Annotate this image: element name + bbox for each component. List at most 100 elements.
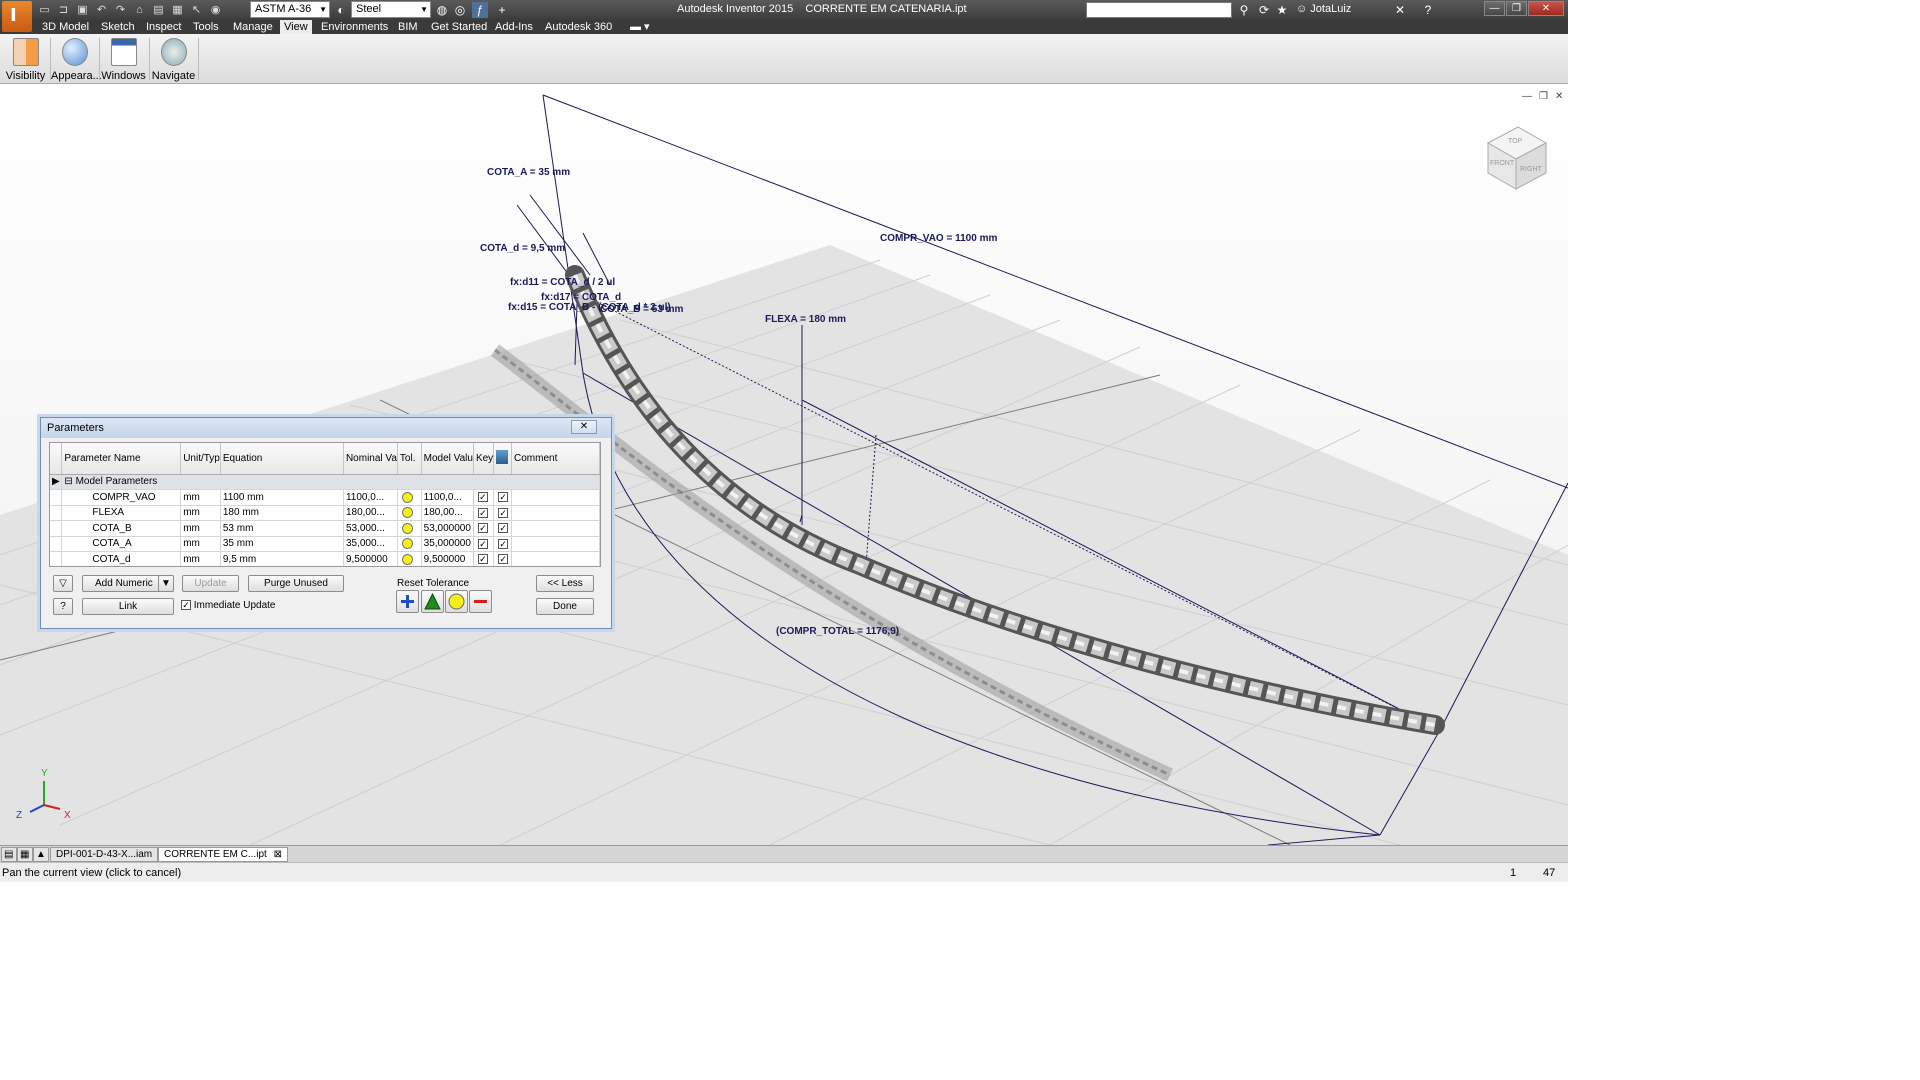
- export-checkbox[interactable]: ✓: [498, 492, 509, 503]
- export-cell[interactable]: ✓: [493, 551, 513, 566]
- col-nominal[interactable]: Nominal Va: [343, 443, 398, 475]
- row-selector[interactable]: [50, 536, 63, 552]
- param-name[interactable]: COTA_B: [61, 520, 182, 537]
- param-comment[interactable]: [511, 536, 600, 552]
- export-checkbox[interactable]: ✓: [498, 507, 509, 518]
- tab-view[interactable]: View: [280, 20, 312, 34]
- home-icon[interactable]: ⌂: [131, 2, 148, 18]
- user-account[interactable]: ☺ JotaLuiz: [1296, 3, 1351, 15]
- row-selector-icon[interactable]: ▶: [50, 474, 63, 490]
- select-icon[interactable]: ↖: [188, 2, 205, 18]
- help-button[interactable]: ?: [53, 598, 73, 615]
- param-comment[interactable]: [511, 505, 600, 521]
- dim-fx-d11[interactable]: fx:d11 = COTA_d / 2 ul: [510, 277, 615, 288]
- tab-sketch[interactable]: Sketch: [97, 20, 139, 34]
- tab-tools[interactable]: Tools: [189, 20, 223, 34]
- update-button[interactable]: Update: [182, 575, 239, 592]
- redo-icon[interactable]: ↷: [112, 2, 129, 18]
- col-equation[interactable]: Equation: [220, 443, 344, 475]
- project-icon[interactable]: ▤: [150, 2, 167, 18]
- param-unit[interactable]: mm: [180, 551, 221, 566]
- tolerance-lower-button[interactable]: [469, 590, 492, 613]
- immediate-update-checkbox[interactable]: ✓: [181, 600, 191, 611]
- update-icon[interactable]: ▦: [169, 2, 186, 18]
- row-selector[interactable]: [50, 505, 63, 521]
- fx-parameters-icon[interactable]: ƒ: [472, 2, 488, 18]
- dim-compr-vao[interactable]: COMPR_VAO = 1100 mm: [880, 233, 997, 244]
- communication-icon[interactable]: ⟳: [1256, 2, 1272, 18]
- dim-compr-total[interactable]: (COMPR_TOTAL = 1176,9): [776, 626, 899, 637]
- binoculars-icon[interactable]: ⚲: [1236, 2, 1252, 18]
- tab-inspect[interactable]: Inspect: [142, 20, 185, 34]
- close-icon[interactable]: ⊠: [274, 849, 282, 860]
- key-checkbox[interactable]: ✓: [477, 492, 488, 503]
- star-icon[interactable]: ★: [1274, 2, 1290, 18]
- param-unit[interactable]: mm: [180, 505, 221, 521]
- link-button[interactable]: Link: [82, 598, 174, 615]
- param-name[interactable]: COTA_A: [61, 536, 182, 552]
- param-equation[interactable]: 53 mm: [220, 520, 344, 537]
- export-cell[interactable]: ✓: [493, 505, 513, 521]
- row-selector[interactable]: [50, 520, 63, 537]
- param-equation[interactable]: 9,5 mm: [220, 551, 344, 566]
- dim-cota-d[interactable]: COTA_d = 9,5 mm: [480, 243, 565, 254]
- dim-flexa[interactable]: FLEXA = 180 mm: [765, 314, 846, 325]
- restore-button[interactable]: ❐: [1506, 1, 1527, 16]
- view-cube-front[interactable]: FRONT: [1490, 160, 1515, 167]
- export-checkbox[interactable]: ✓: [498, 554, 509, 565]
- appearance-button[interactable]: Appeara...: [51, 36, 102, 82]
- tab-autodesk-360[interactable]: Autodesk 360: [541, 20, 616, 34]
- visibility-button[interactable]: Visibility: [2, 36, 49, 82]
- tolerance-cell[interactable]: [397, 536, 422, 552]
- tolerance-cell[interactable]: [397, 520, 422, 537]
- col-tol[interactable]: Tol.: [397, 443, 422, 475]
- undo-icon[interactable]: ↶: [93, 2, 110, 18]
- minimize-button[interactable]: —: [1484, 1, 1505, 16]
- view-cube-top[interactable]: TOP: [1508, 138, 1523, 145]
- key-cell[interactable]: ✓: [473, 551, 495, 566]
- windows-button[interactable]: Windows: [100, 36, 147, 82]
- param-equation[interactable]: 1100 mm: [220, 489, 344, 506]
- ribbon-display-toggle[interactable]: ▬ ▾: [626, 20, 654, 34]
- param-unit[interactable]: mm: [180, 489, 221, 506]
- tab-manage[interactable]: Manage: [229, 20, 277, 34]
- param-equation[interactable]: 35 mm: [220, 536, 344, 552]
- exchange-icon[interactable]: ✕: [1392, 2, 1408, 18]
- tab-add-ins[interactable]: Add-Ins: [491, 20, 537, 34]
- param-comment[interactable]: [511, 520, 600, 537]
- dim-cota-b[interactable]: COTA_B = 53 mm: [600, 304, 684, 315]
- less-button[interactable]: << Less: [536, 575, 594, 592]
- appearance-select[interactable]: Steel ▼: [351, 1, 431, 18]
- key-cell[interactable]: ✓: [473, 536, 495, 552]
- dim-cota-a[interactable]: COTA_A = 35 mm: [487, 167, 570, 178]
- view-cube[interactable]: TOP FRONT RIGHT: [1486, 126, 1548, 190]
- key-checkbox[interactable]: ✓: [477, 523, 488, 534]
- key-cell[interactable]: ✓: [473, 505, 495, 521]
- key-cell[interactable]: ✓: [473, 520, 495, 537]
- key-checkbox[interactable]: ✓: [477, 507, 488, 518]
- help-icon[interactable]: ?: [1420, 2, 1436, 18]
- viewport-close-icon[interactable]: ✕: [1555, 91, 1563, 102]
- row-selector[interactable]: [50, 489, 63, 506]
- tab-3d-model[interactable]: 3D Model: [38, 20, 93, 34]
- row-selector[interactable]: [50, 551, 63, 566]
- table-row[interactable]: COTA_B mm 53 mm 53,000... 53,000000 ✓ ✓: [50, 520, 600, 537]
- tolerance-median-button[interactable]: [445, 590, 468, 613]
- material-select[interactable]: ASTM A-36 ▼: [250, 1, 330, 18]
- tab-get-started[interactable]: Get Started: [427, 20, 491, 34]
- new-icon[interactable]: ▭: [36, 2, 53, 18]
- done-button[interactable]: Done: [536, 598, 594, 615]
- param-equation[interactable]: 180 mm: [220, 505, 344, 521]
- table-row[interactable]: COMPR_VAO mm 1100 mm 1100,0... 1100,0...…: [50, 489, 600, 506]
- table-group-row[interactable]: ▶ ⊟ Model Parameters: [50, 474, 600, 490]
- tab-environments[interactable]: Environments: [317, 20, 392, 34]
- col-unit[interactable]: Unit/Typ: [180, 443, 221, 475]
- tab-bim[interactable]: BIM: [394, 20, 422, 34]
- param-name[interactable]: COTA_d: [61, 551, 182, 566]
- col-comment[interactable]: Comment: [511, 443, 600, 475]
- dialog-close-button[interactable]: ✕: [571, 420, 597, 434]
- tolerance-cell[interactable]: [397, 551, 422, 566]
- doc-tab-part[interactable]: CORRENTE EM C...ipt ⊠: [158, 847, 288, 862]
- table-row[interactable]: FLEXA mm 180 mm 180,00... 180,00... ✓ ✓: [50, 505, 600, 521]
- tolerance-nominal-button[interactable]: [421, 590, 444, 613]
